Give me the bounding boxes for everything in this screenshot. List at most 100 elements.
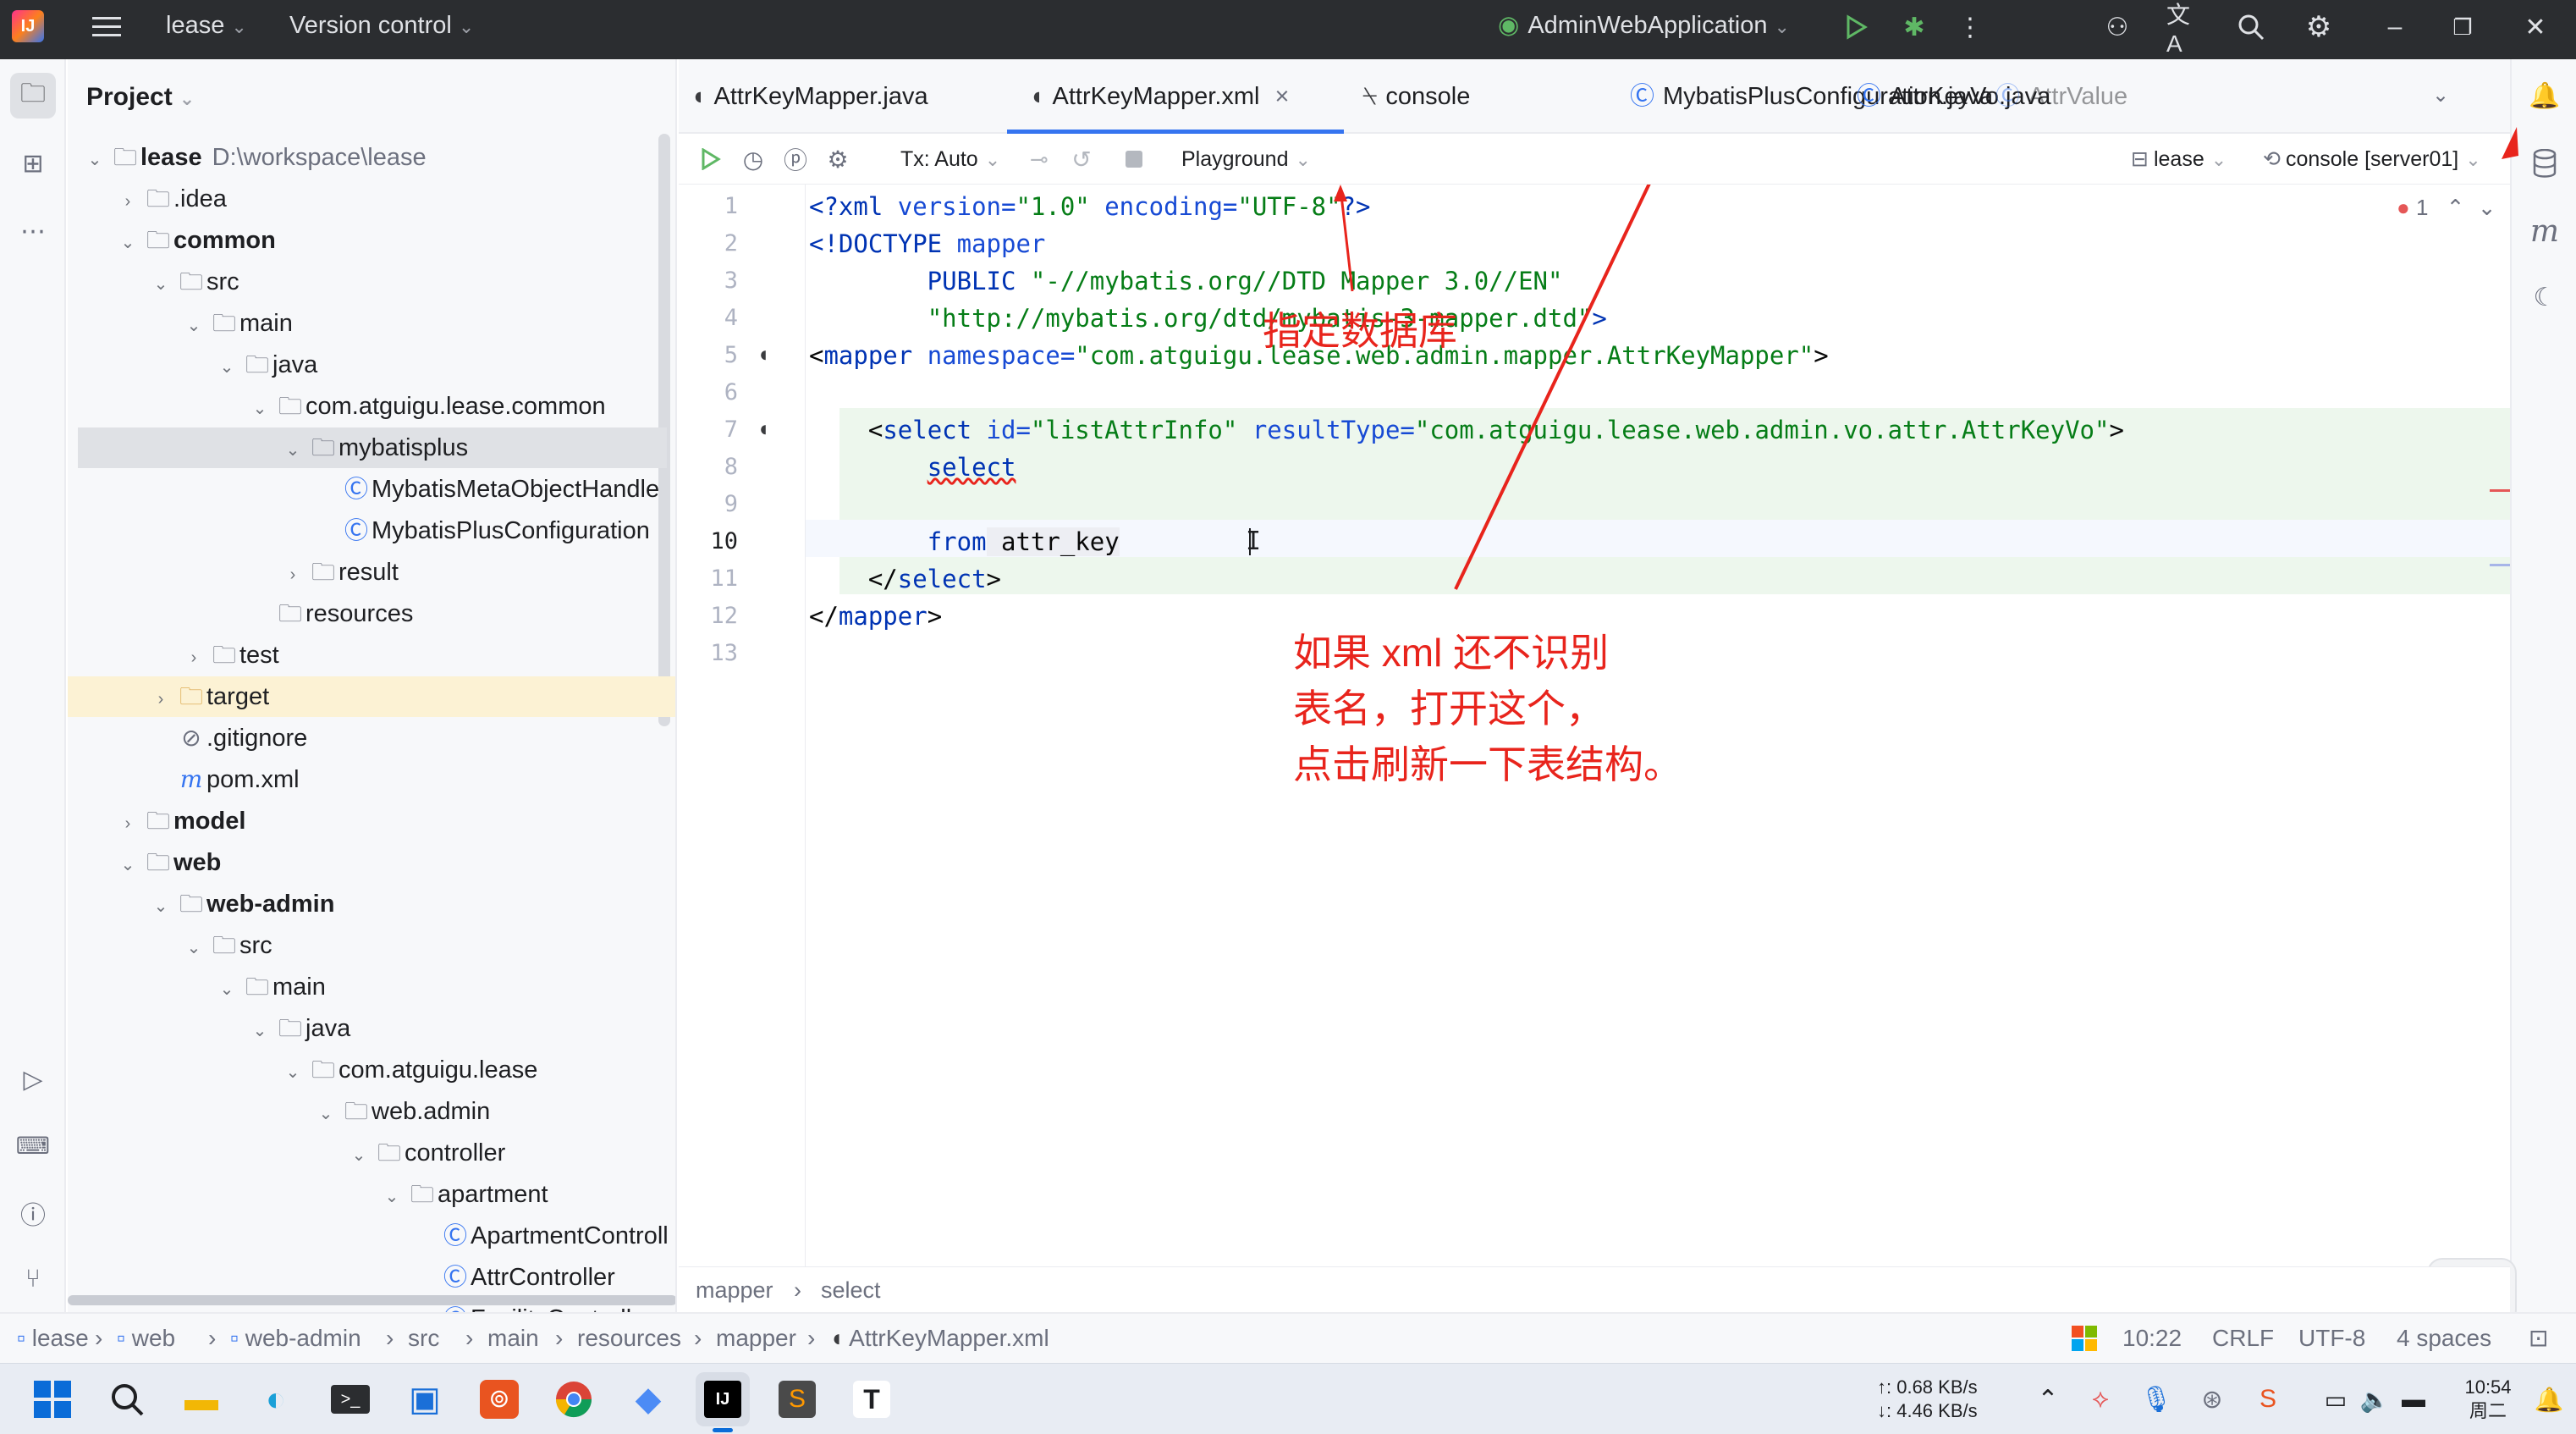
chevron-down-icon[interactable]: ⌄ xyxy=(179,928,209,968)
session-selector[interactable]: ⟲ console [server01] ⌄ xyxy=(2263,134,2481,185)
tab-attrvalue[interactable]: Ⓒ AttrValue xyxy=(1995,59,2127,134)
tray-app-icon[interactable]: S xyxy=(2241,1372,2295,1426)
run-config-selector[interactable]: ◉ AdminWebApplication ⌄ xyxy=(1498,0,1790,59)
status-path-item[interactable]: resources xyxy=(577,1314,681,1363)
mybatis-tool-icon[interactable]: ☾ xyxy=(2522,274,2568,320)
tree-item[interactable]: ⌄ 🗀 src xyxy=(68,262,675,302)
history-icon[interactable]: ◷ xyxy=(735,141,772,178)
notifications-icon[interactable]: 🔔 xyxy=(2522,73,2568,119)
chevron-right-icon[interactable]: › xyxy=(278,554,308,595)
tree-item[interactable]: ⌄ 🗀 lease D:\workspace\lease xyxy=(68,137,675,180)
ubuntu-icon[interactable]: ⊚ xyxy=(472,1372,526,1426)
microphone-icon[interactable]: 🎙 xyxy=(2129,1372,2183,1426)
chevron-down-icon[interactable]: ⌄ xyxy=(113,223,143,263)
tree-item[interactable]: ⌄ 🗀 apartment xyxy=(68,1174,675,1217)
tree-item[interactable]: Ⓒ MybatisMetaObjectHandle xyxy=(68,469,675,510)
tx-mode-dropdown[interactable]: Tx: Auto ⌄ xyxy=(900,134,1000,185)
chevron-down-icon[interactable]: ⌄ xyxy=(311,1094,341,1134)
tab-console[interactable]: ⍀ console xyxy=(1362,59,1470,134)
windows-logo-icon[interactable] xyxy=(2070,1324,2099,1353)
settings-icon[interactable]: ⚙ xyxy=(2300,8,2337,46)
close-tab-icon[interactable]: × xyxy=(1275,83,1290,110)
chevron-down-icon[interactable]: ⌄ xyxy=(113,845,143,885)
playground-dropdown[interactable]: Playground ⌄ xyxy=(1181,134,1311,185)
chevron-right-icon[interactable]: › xyxy=(113,181,143,222)
git-tool-icon[interactable]: ⑂ xyxy=(10,1256,56,1302)
settings-gear-icon[interactable]: ⚙ xyxy=(819,141,856,178)
status-path-item[interactable]: ▫ web-admin xyxy=(230,1314,361,1363)
datasource-selector[interactable]: ⊟ lease ⌄ xyxy=(2131,134,2226,185)
intellij-taskbar-icon[interactable]: IJ xyxy=(696,1372,750,1426)
chrome-icon[interactable] xyxy=(547,1372,601,1426)
tree-item[interactable]: ⒸFacilityController xyxy=(68,1299,675,1312)
git-client-icon[interactable]: ◆ xyxy=(621,1372,675,1426)
file-explorer-icon[interactable]: ▬ xyxy=(174,1372,228,1426)
tree-item[interactable]: m pom.xml xyxy=(68,759,675,800)
vcs-menu[interactable]: Version control ⌄ xyxy=(289,0,474,59)
app-logo-icon[interactable]: IJ xyxy=(12,10,44,42)
tree-item[interactable]: ⌄ 🗀 java xyxy=(68,345,675,388)
execute-icon[interactable] xyxy=(692,141,729,178)
commit-icon[interactable]: ⊸ xyxy=(1021,141,1058,178)
project-panel-header[interactable]: Project ⌄ xyxy=(86,76,195,119)
tree-item[interactable]: ⌄ 🗀 src xyxy=(68,925,675,968)
status-path-item[interactable]: mapper xyxy=(716,1314,796,1363)
search-icon[interactable] xyxy=(2232,8,2270,46)
sublime-icon[interactable]: S xyxy=(770,1372,824,1426)
status-path-item[interactable]: ▫ web xyxy=(117,1314,175,1363)
line-separator[interactable]: CRLF xyxy=(2212,1314,2274,1363)
minimize-icon[interactable]: – xyxy=(2370,8,2420,46)
chevron-down-icon[interactable]: ⌄ xyxy=(245,389,275,429)
terminal-icon[interactable]: >_ xyxy=(323,1372,377,1426)
tree-item[interactable]: ⌄ 🗀 web xyxy=(68,842,675,885)
tree-item[interactable]: › 🗀 .idea xyxy=(68,179,675,222)
database-tool-icon[interactable] xyxy=(2522,141,2568,186)
terminal-tool-icon[interactable]: ⌨ xyxy=(10,1122,56,1168)
translate-icon[interactable]: 文A xyxy=(2166,2,2204,57)
structure-tool-icon[interactable]: ⊞ xyxy=(10,141,56,186)
chevron-down-icon[interactable]: ⌄ xyxy=(245,1011,275,1051)
chevron-right-icon[interactable]: › xyxy=(179,637,209,678)
chevron-down-icon[interactable]: ⌄ xyxy=(179,306,209,346)
chevron-down-icon[interactable]: ⌄ xyxy=(212,347,242,388)
tree-item[interactable]: ⌄ 🗀 com.atguigu.lease xyxy=(68,1050,675,1090)
main-menu-icon[interactable] xyxy=(88,8,125,46)
tree-item[interactable]: ⌄ 🗀 common xyxy=(68,220,675,263)
add-user-icon[interactable]: ⚇ xyxy=(2099,8,2136,46)
close-icon[interactable]: ✕ xyxy=(2510,8,2561,46)
project-switcher[interactable]: lease ⌄ xyxy=(166,0,247,59)
tree-item[interactable]: ⌄ 🗀 web-admin xyxy=(68,884,675,927)
chevron-right-icon[interactable]: › xyxy=(113,803,143,844)
tree-item[interactable]: Ⓒ MybatisPlusConfiguration xyxy=(68,510,675,551)
clock[interactable]: 10:54 周二 xyxy=(2454,1376,2522,1423)
chevron-down-icon[interactable]: ⌄ xyxy=(80,140,110,180)
maven-tool-icon[interactable]: m xyxy=(2522,208,2568,254)
chevron-down-icon[interactable]: ⌄ xyxy=(377,1177,407,1217)
edge-icon[interactable]: ◐ xyxy=(249,1372,303,1426)
chevron-down-icon[interactable]: ⌄ xyxy=(146,886,176,927)
debug-icon[interactable]: ✱ xyxy=(1896,8,1933,46)
lock-icon[interactable]: ⊡ xyxy=(2529,1314,2548,1363)
tray-app-icon[interactable]: ⟡ xyxy=(2073,1372,2127,1426)
tree-item[interactable]: ⌄ 🗀 controller xyxy=(68,1133,675,1173)
mybatis-gutter-icon[interactable]: ◖ xyxy=(746,411,780,445)
search-taskbar-icon[interactable] xyxy=(100,1372,154,1426)
tray-app-icon[interactable]: ⊛ xyxy=(2185,1372,2239,1426)
status-path-item[interactable]: main xyxy=(487,1314,539,1363)
more-actions-icon[interactable]: ⋮ xyxy=(1953,8,1987,46)
more-tools-icon[interactable]: ⋯ xyxy=(10,208,56,254)
indent-setting[interactable]: 4 spaces xyxy=(2397,1314,2491,1363)
tree-item[interactable]: Ⓒ ApartmentControll xyxy=(68,1216,675,1256)
code-editor[interactable]: <?xml version="1.0" encoding="UTF-8"?> <… xyxy=(806,185,2510,1266)
file-encoding[interactable]: UTF-8 xyxy=(2298,1314,2365,1363)
tree-item[interactable]: ⌄ 🗀 java xyxy=(68,1008,675,1051)
restore-icon[interactable]: ❐ xyxy=(2437,8,2488,46)
services-tool-icon[interactable]: ▷ xyxy=(10,1056,56,1102)
problems-tool-icon[interactable]: ⓘ xyxy=(10,1190,56,1236)
tree-item[interactable]: › 🗀 target xyxy=(68,676,675,717)
project-tool-icon[interactable]: 🗀 xyxy=(10,73,56,119)
tree-item[interactable]: ⌄ 🗀 mybatisplus xyxy=(78,427,667,468)
tray-overflow-icon[interactable]: ⌃ xyxy=(2021,1372,2075,1426)
tree-item[interactable]: ⊘ .gitignore xyxy=(68,718,675,758)
battery-icon[interactable]: ▬ xyxy=(2386,1372,2441,1426)
